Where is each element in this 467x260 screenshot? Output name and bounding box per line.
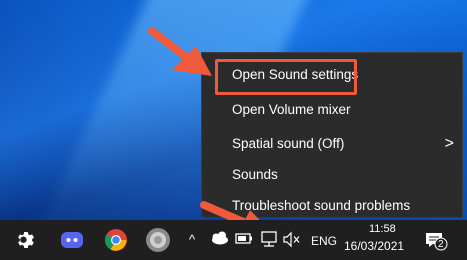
- battery-icon[interactable]: [235, 233, 252, 244]
- tray-icons: [212, 231, 448, 251]
- language-indicator[interactable]: ENG: [311, 234, 337, 248]
- clock-time[interactable]: 11:58: [369, 223, 396, 235]
- clock-date[interactable]: 16/03/2021: [344, 239, 404, 253]
- network-icon[interactable]: [261, 231, 277, 247]
- volume-muted-icon[interactable]: [283, 231, 300, 248]
- onedrive-cloud-icon[interactable]: [212, 231, 228, 245]
- notification-count-badge: 2: [438, 239, 444, 250]
